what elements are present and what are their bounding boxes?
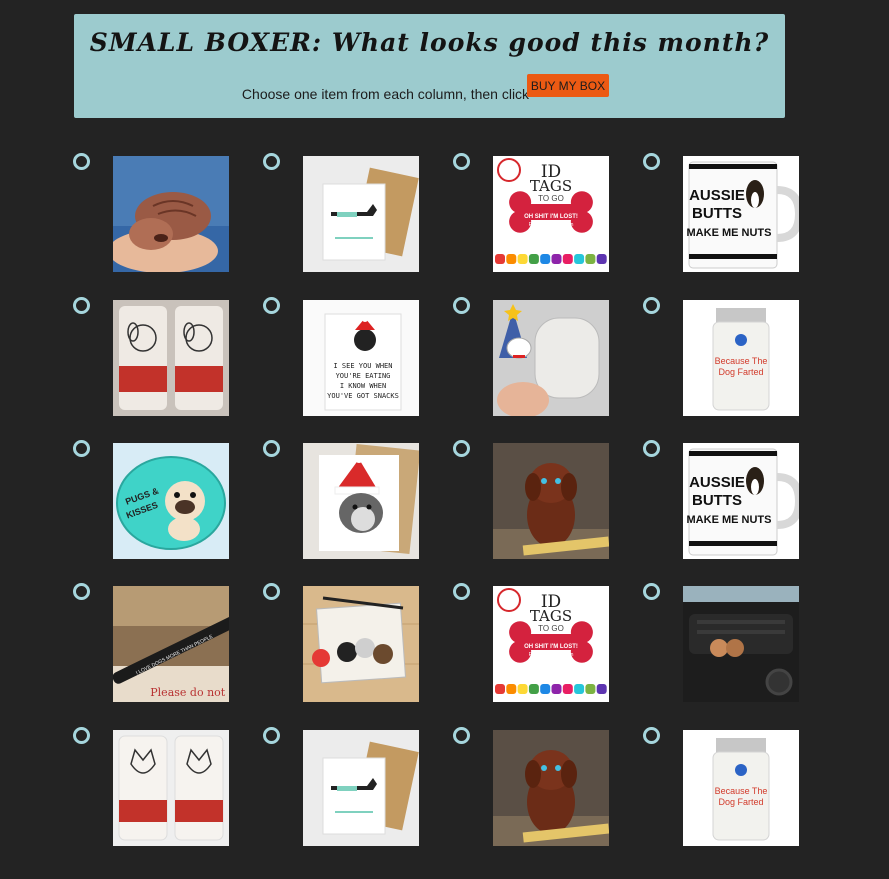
product-thumbnail: [303, 443, 419, 559]
image-text: TAGS: [530, 607, 572, 625]
item-radio-1-1[interactable]: [73, 153, 90, 170]
product-thumbnail: [113, 156, 229, 272]
image-text: TO GO: [538, 194, 564, 203]
product-thumbnail: I LOVE DOGS MORE THAN PEOPLEPlease do no…: [113, 586, 229, 702]
product-image-dog-print-card[interactable]: [303, 586, 419, 702]
product-image-paint-ornament[interactable]: [493, 300, 609, 416]
product-thumbnail: IDTAGSTO GOOH SHIT I'M LOST!Please call …: [493, 586, 609, 702]
product-thumbnail: [303, 730, 419, 846]
item-radio-1-3[interactable]: [453, 153, 470, 170]
image-text: I SEE YOU WHEN: [333, 362, 392, 370]
image-text: OH SHIT I'M LOST!: [524, 214, 578, 220]
image-text: Because The: [715, 786, 768, 796]
item-radio-2-4[interactable]: [643, 297, 660, 314]
buy-my-box-button[interactable]: BUY MY BOX: [527, 74, 609, 97]
product-thumbnail: IDTAGSTO GOOH SHIT I'M LOST!Please call …: [493, 156, 609, 272]
product-thumbnail: [113, 300, 229, 416]
image-text: Please call my mom: [529, 652, 574, 658]
item-radio-2-3[interactable]: [453, 297, 470, 314]
product-image-id-tags-bone[interactable]: ID TAGS TO GO OH SHIT I'M LOST! Please call …: [493, 586, 609, 702]
image-text: AUSSIE: [689, 474, 745, 491]
product-image-clay-puppy-photo[interactable]: [113, 156, 229, 272]
product-thumbnail: [303, 156, 419, 272]
image-text: she is ugly crying: [532, 229, 571, 235]
product-image-frenchie-tumbler[interactable]: [113, 730, 229, 846]
item-radio-4-4[interactable]: [643, 583, 660, 600]
image-text: MAKE ME NUTS: [687, 227, 772, 239]
product-image-aussie-mug[interactable]: AUSSIE BUTTS MAKE ME NUTS: [683, 443, 799, 559]
image-text: OH SHIT I'M LOST!: [524, 644, 578, 650]
instructions-text: Choose one item from each column, then c…: [241, 86, 530, 102]
image-text: she is ugly crying: [532, 659, 571, 665]
image-text: Please do not b: [150, 686, 229, 699]
product-image-dachshund-card[interactable]: [303, 730, 419, 846]
item-radio-3-1[interactable]: [73, 440, 90, 457]
product-thumbnail: PUGS &KISSES: [113, 443, 229, 559]
page-title: SMALL BOXER: What looks good this month?: [89, 28, 770, 57]
item-radio-5-1[interactable]: [73, 727, 90, 744]
product-image-id-tags-bone[interactable]: ID TAGS TO GO OH SHIT I'M LOST! Please call …: [493, 156, 609, 272]
product-thumbnail: [113, 730, 229, 846]
image-text: BUTTS: [692, 492, 742, 509]
image-text: MAKE ME NUTS: [687, 514, 772, 526]
image-text: I KNOW WHEN: [340, 382, 386, 390]
product-thumbnail: Because TheDog Farted: [683, 300, 799, 416]
item-radio-5-2[interactable]: [263, 727, 280, 744]
image-text: YOU'RE EATING: [336, 372, 391, 380]
item-radio-4-2[interactable]: [263, 583, 280, 600]
item-radio-3-3[interactable]: [453, 440, 470, 457]
product-thumbnail: [493, 300, 609, 416]
product-image-snacks-dog-card[interactable]: I SEE YOU WHEN YOU'RE EATING I KNOW WHEN YO…: [303, 300, 419, 416]
image-text: Please call my mom: [529, 222, 574, 228]
item-radio-4-1[interactable]: [73, 583, 90, 600]
product-thumbnail: I SEE YOU WHEN YOU'RE EATING I KNOW WHEN YO…: [303, 300, 419, 416]
header-banner: SMALL BOXER: What looks good this month?…: [74, 14, 785, 118]
image-text: AUSSIE: [689, 187, 745, 204]
item-radio-3-2[interactable]: [263, 440, 280, 457]
item-radio-4-3[interactable]: [453, 583, 470, 600]
product-thumbnail: AUSSIEBUTTS MAKE ME NUTS: [683, 156, 799, 272]
image-text: TAGS: [530, 177, 572, 195]
product-image-candle-jar[interactable]: Because The Dog Farted: [683, 730, 799, 846]
item-radio-2-1[interactable]: [73, 297, 90, 314]
image-text: ...really ugly crying: [530, 236, 572, 242]
image-text: BUTTS: [692, 205, 742, 222]
product-image-aussie-mug[interactable]: AUSSIE BUTTS MAKE ME NUTS: [683, 156, 799, 272]
image-text: Dog Farted: [718, 367, 763, 377]
product-thumbnail: [493, 730, 609, 846]
product-image-pugs-kisses-magnet[interactable]: PUGS & KISSES: [113, 443, 229, 559]
item-radio-3-4[interactable]: [643, 440, 660, 457]
image-text: ...really ugly crying: [530, 666, 572, 672]
image-text: YOU'VE GOT SNACKS: [327, 392, 399, 400]
product-thumbnail: [493, 443, 609, 559]
image-text: TO GO: [538, 624, 564, 633]
product-image-husky-santa-card[interactable]: [303, 443, 419, 559]
image-text: Because The: [715, 356, 768, 366]
item-radio-1-4[interactable]: [643, 153, 660, 170]
item-radio-5-3[interactable]: [453, 727, 470, 744]
product-image-puppy-tumbler[interactable]: [113, 300, 229, 416]
item-radio-5-4[interactable]: [643, 727, 660, 744]
product-image-pen-photo[interactable]: I LOVE DOGS MORE THAN PEOPLE Please do no…: [113, 586, 229, 702]
product-image-dachshund-card[interactable]: [303, 156, 419, 272]
product-thumbnail: [303, 586, 419, 702]
item-radio-1-2[interactable]: [263, 153, 280, 170]
product-image-candle-jar[interactable]: Because The Dog Farted: [683, 300, 799, 416]
product-image-ceramic-dog[interactable]: [493, 443, 609, 559]
product-thumbnail: AUSSIEBUTTS MAKE ME NUTS: [683, 443, 799, 559]
product-image-car-vent-pom[interactable]: [683, 586, 799, 702]
item-radio-2-2[interactable]: [263, 297, 280, 314]
image-text: Dog Farted: [718, 797, 763, 807]
product-image-ceramic-dog[interactable]: [493, 730, 609, 846]
product-thumbnail: Because TheDog Farted: [683, 730, 799, 846]
product-thumbnail: [683, 586, 799, 702]
